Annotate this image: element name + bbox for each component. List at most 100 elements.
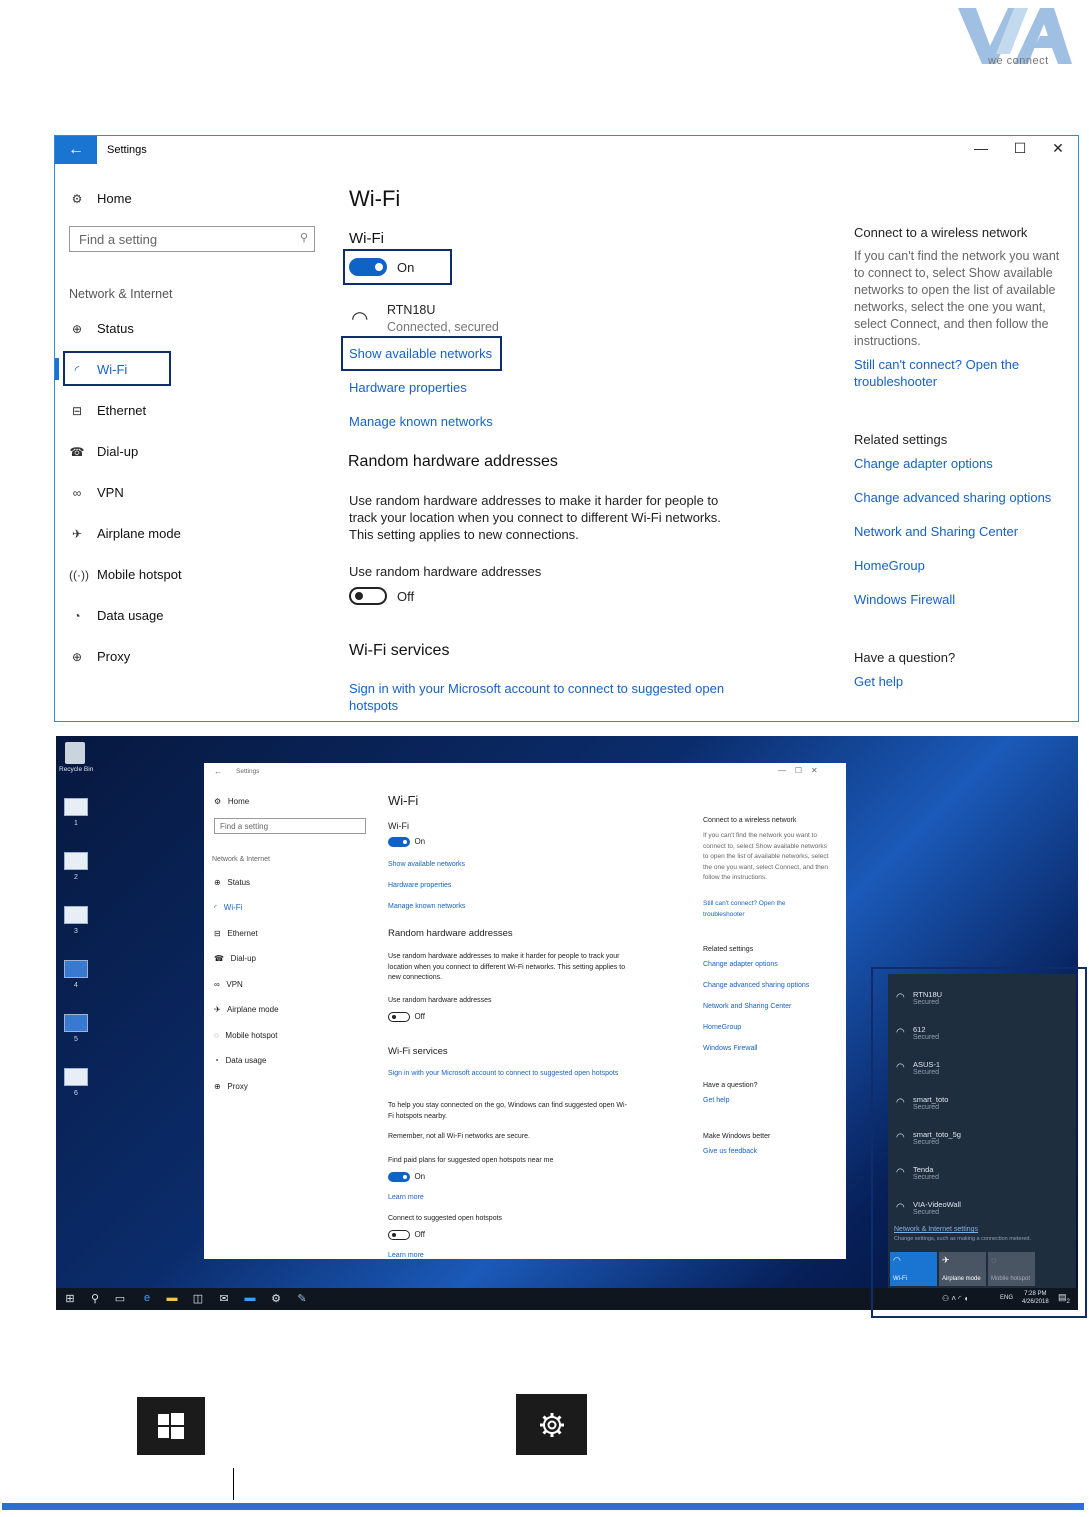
mail-icon[interactable]: ✉ xyxy=(216,1292,232,1305)
recycle-bin-label: Recycle Bin xyxy=(59,766,94,773)
back-button[interactable]: ← xyxy=(55,136,97,164)
desktop-file-icon[interactable] xyxy=(64,1014,88,1032)
mini-get-help-link[interactable]: Get help xyxy=(703,1097,729,1104)
mini-related-link[interactable]: Change adapter options xyxy=(703,961,778,968)
wifi-signal-icon: ◠ xyxy=(351,308,369,330)
sidebar-item-hotspot[interactable]: ((·)) Mobile hotspot xyxy=(69,567,182,582)
mini-window-controls[interactable]: — ☐ ✕ xyxy=(778,766,818,775)
mini-back-icon[interactable]: ← xyxy=(214,767,222,776)
mini-nav-home[interactable]: ⚙ Home xyxy=(214,797,249,806)
search-icon[interactable]: ⚲ xyxy=(87,1292,103,1305)
show-networks-link[interactable]: Show available networks xyxy=(349,346,492,361)
sidebar-item-vpn[interactable]: ∞ VPN xyxy=(69,485,124,500)
mini-nav-dialup[interactable]: ☎ Dial-up xyxy=(214,954,256,963)
task-view-icon[interactable]: ▭ xyxy=(112,1292,128,1305)
mini-hardware-link[interactable]: Hardware properties xyxy=(388,882,451,889)
mini-toggle-off[interactable] xyxy=(388,1230,410,1240)
mini-manage-link[interactable]: Manage known networks xyxy=(388,903,465,910)
close-button[interactable]: ✕ xyxy=(1048,140,1068,157)
mini-nav-wifi[interactable]: ◜ Wi-Fi xyxy=(214,903,242,912)
mini-related-link[interactable]: HomeGroup xyxy=(703,1024,741,1031)
mini-random-desc: Use random hardware addresses to make it… xyxy=(388,953,626,981)
search-input[interactable]: Find a setting ⚲ xyxy=(69,226,315,252)
mini-nav-hotspot[interactable]: ◌ Mobile hotspot xyxy=(214,1031,277,1040)
mini-paid-toggle[interactable]: On xyxy=(388,1172,425,1182)
random-toggle[interactable]: Off xyxy=(349,587,414,605)
mini-learn-more-link-2[interactable]: Learn more xyxy=(388,1252,424,1259)
get-help-link[interactable]: Get help xyxy=(854,674,903,689)
edge-icon[interactable]: e xyxy=(139,1292,155,1304)
mini-nav-status[interactable]: ⊕ Status xyxy=(214,878,250,887)
desktop-file-icon[interactable] xyxy=(64,1068,88,1086)
ethernet-icon: ⊟ xyxy=(71,403,83,418)
desktop-file-icon[interactable] xyxy=(64,960,88,978)
windows-start-button[interactable] xyxy=(137,1397,205,1455)
settings-gear-button[interactable] xyxy=(516,1394,587,1455)
mini-services-heading: Wi-Fi services xyxy=(388,1046,448,1057)
mini-nav-data-usage[interactable]: ◔ Data usage xyxy=(214,1056,266,1065)
related-link-homegroup[interactable]: HomeGroup xyxy=(854,558,925,573)
sidebar-item-wifi[interactable]: ◜ Wi-Fi xyxy=(69,362,128,377)
mini-connect-toggle[interactable]: Off xyxy=(388,1230,425,1240)
desktop-file-icon[interactable] xyxy=(64,852,88,870)
toggle-switch-on[interactable] xyxy=(349,258,387,276)
services-signin-link[interactable]: Sign in with your Microsoft account to c… xyxy=(349,680,739,714)
mini-services-link[interactable]: Sign in with your Microsoft account to c… xyxy=(388,1069,628,1080)
mini-nav-ethernet[interactable]: ⊟ Ethernet xyxy=(214,929,258,938)
mini-nav-proxy[interactable]: ⊕ Proxy xyxy=(214,1082,248,1091)
mini-toggle-off[interactable] xyxy=(388,1012,410,1022)
store-icon[interactable]: ◫ xyxy=(190,1292,206,1305)
wifi-toggle[interactable]: On xyxy=(349,258,414,276)
nav-label: Airplane mode xyxy=(97,526,181,541)
related-link-adapter[interactable]: Change adapter options xyxy=(854,456,993,471)
toggle-switch-off[interactable] xyxy=(349,587,387,605)
paint-icon[interactable]: ✎ xyxy=(294,1292,310,1305)
related-link-firewall[interactable]: Windows Firewall xyxy=(854,592,955,607)
settings-window: ← Settings — ☐ ✕ ⚙ Home Find a setting ⚲… xyxy=(54,135,1079,722)
photos-icon[interactable]: ▬ xyxy=(242,1292,258,1304)
mini-troubleshooter-link[interactable]: Still can't connect? Open the troublesho… xyxy=(703,899,823,920)
mini-toggle-on[interactable] xyxy=(388,1172,410,1182)
desktop-file-icon[interactable] xyxy=(64,906,88,924)
sidebar-item-proxy[interactable]: ⊕ Proxy xyxy=(69,649,130,664)
mini-related-link[interactable]: Change advanced sharing options xyxy=(703,982,809,989)
nav-home[interactable]: ⚙ Home xyxy=(69,191,132,206)
footer-bar xyxy=(2,1503,1084,1510)
settings-icon[interactable]: ⚙ xyxy=(268,1292,284,1305)
desktop-file-icon[interactable] xyxy=(64,798,88,816)
hardware-properties-link[interactable]: Hardware properties xyxy=(349,380,467,395)
mini-toggle-on[interactable] xyxy=(388,837,410,847)
mini-nav-label: Proxy xyxy=(227,1082,248,1091)
mini-show-networks-link[interactable]: Show available networks xyxy=(388,861,465,868)
desktop-icon-label: 6 xyxy=(74,1090,78,1097)
mini-related-link[interactable]: Network and Sharing Center xyxy=(703,1003,791,1010)
related-link-network-center[interactable]: Network and Sharing Center xyxy=(854,524,1018,539)
related-link-sharing[interactable]: Change advanced sharing options xyxy=(854,490,1051,505)
nav-label: VPN xyxy=(97,485,124,500)
start-icon[interactable]: ⊞ xyxy=(62,1292,78,1305)
troubleshooter-link[interactable]: Still can't connect? Open the troublesho… xyxy=(854,356,1044,390)
mini-learn-more-link[interactable]: Learn more xyxy=(388,1194,424,1201)
manage-networks-link[interactable]: Manage known networks xyxy=(349,414,493,429)
mini-related-link[interactable]: Windows Firewall xyxy=(703,1045,757,1052)
maximize-button[interactable]: ☐ xyxy=(1010,140,1030,157)
mini-home-label: Home xyxy=(227,797,250,806)
mini-nav-airplane[interactable]: ✈ Airplane mode xyxy=(214,1005,279,1014)
sidebar-item-status[interactable]: ⊕ Status xyxy=(69,321,134,336)
sidebar-item-dialup[interactable]: ☎ Dial-up xyxy=(69,444,139,459)
minimize-button[interactable]: — xyxy=(971,140,991,156)
mini-random-toggle[interactable]: Off xyxy=(388,1012,425,1022)
sidebar-item-airplane[interactable]: ✈ Airplane mode xyxy=(69,526,181,541)
mini-nav-vpn[interactable]: ∞ VPN xyxy=(214,980,243,989)
desktop-icon-label: 5 xyxy=(74,1036,78,1043)
folder-icon[interactable]: ▬ xyxy=(164,1292,180,1304)
mini-feedback-link[interactable]: Give us feedback xyxy=(703,1148,757,1155)
random-heading: Random hardware addresses xyxy=(348,453,558,470)
sidebar-item-data-usage[interactable]: ◔ Data usage xyxy=(69,608,163,623)
recycle-bin-icon[interactable] xyxy=(65,742,85,764)
sidebar-item-ethernet[interactable]: ⊟ Ethernet xyxy=(69,403,146,418)
connect-heading: Connect to a wireless network xyxy=(854,225,1028,240)
mini-wifi-toggle[interactable]: On xyxy=(388,837,425,847)
mini-search-input[interactable]: Find a setting xyxy=(214,818,366,834)
mini-paid-label: Find paid plans for suggested open hotsp… xyxy=(388,1157,554,1164)
